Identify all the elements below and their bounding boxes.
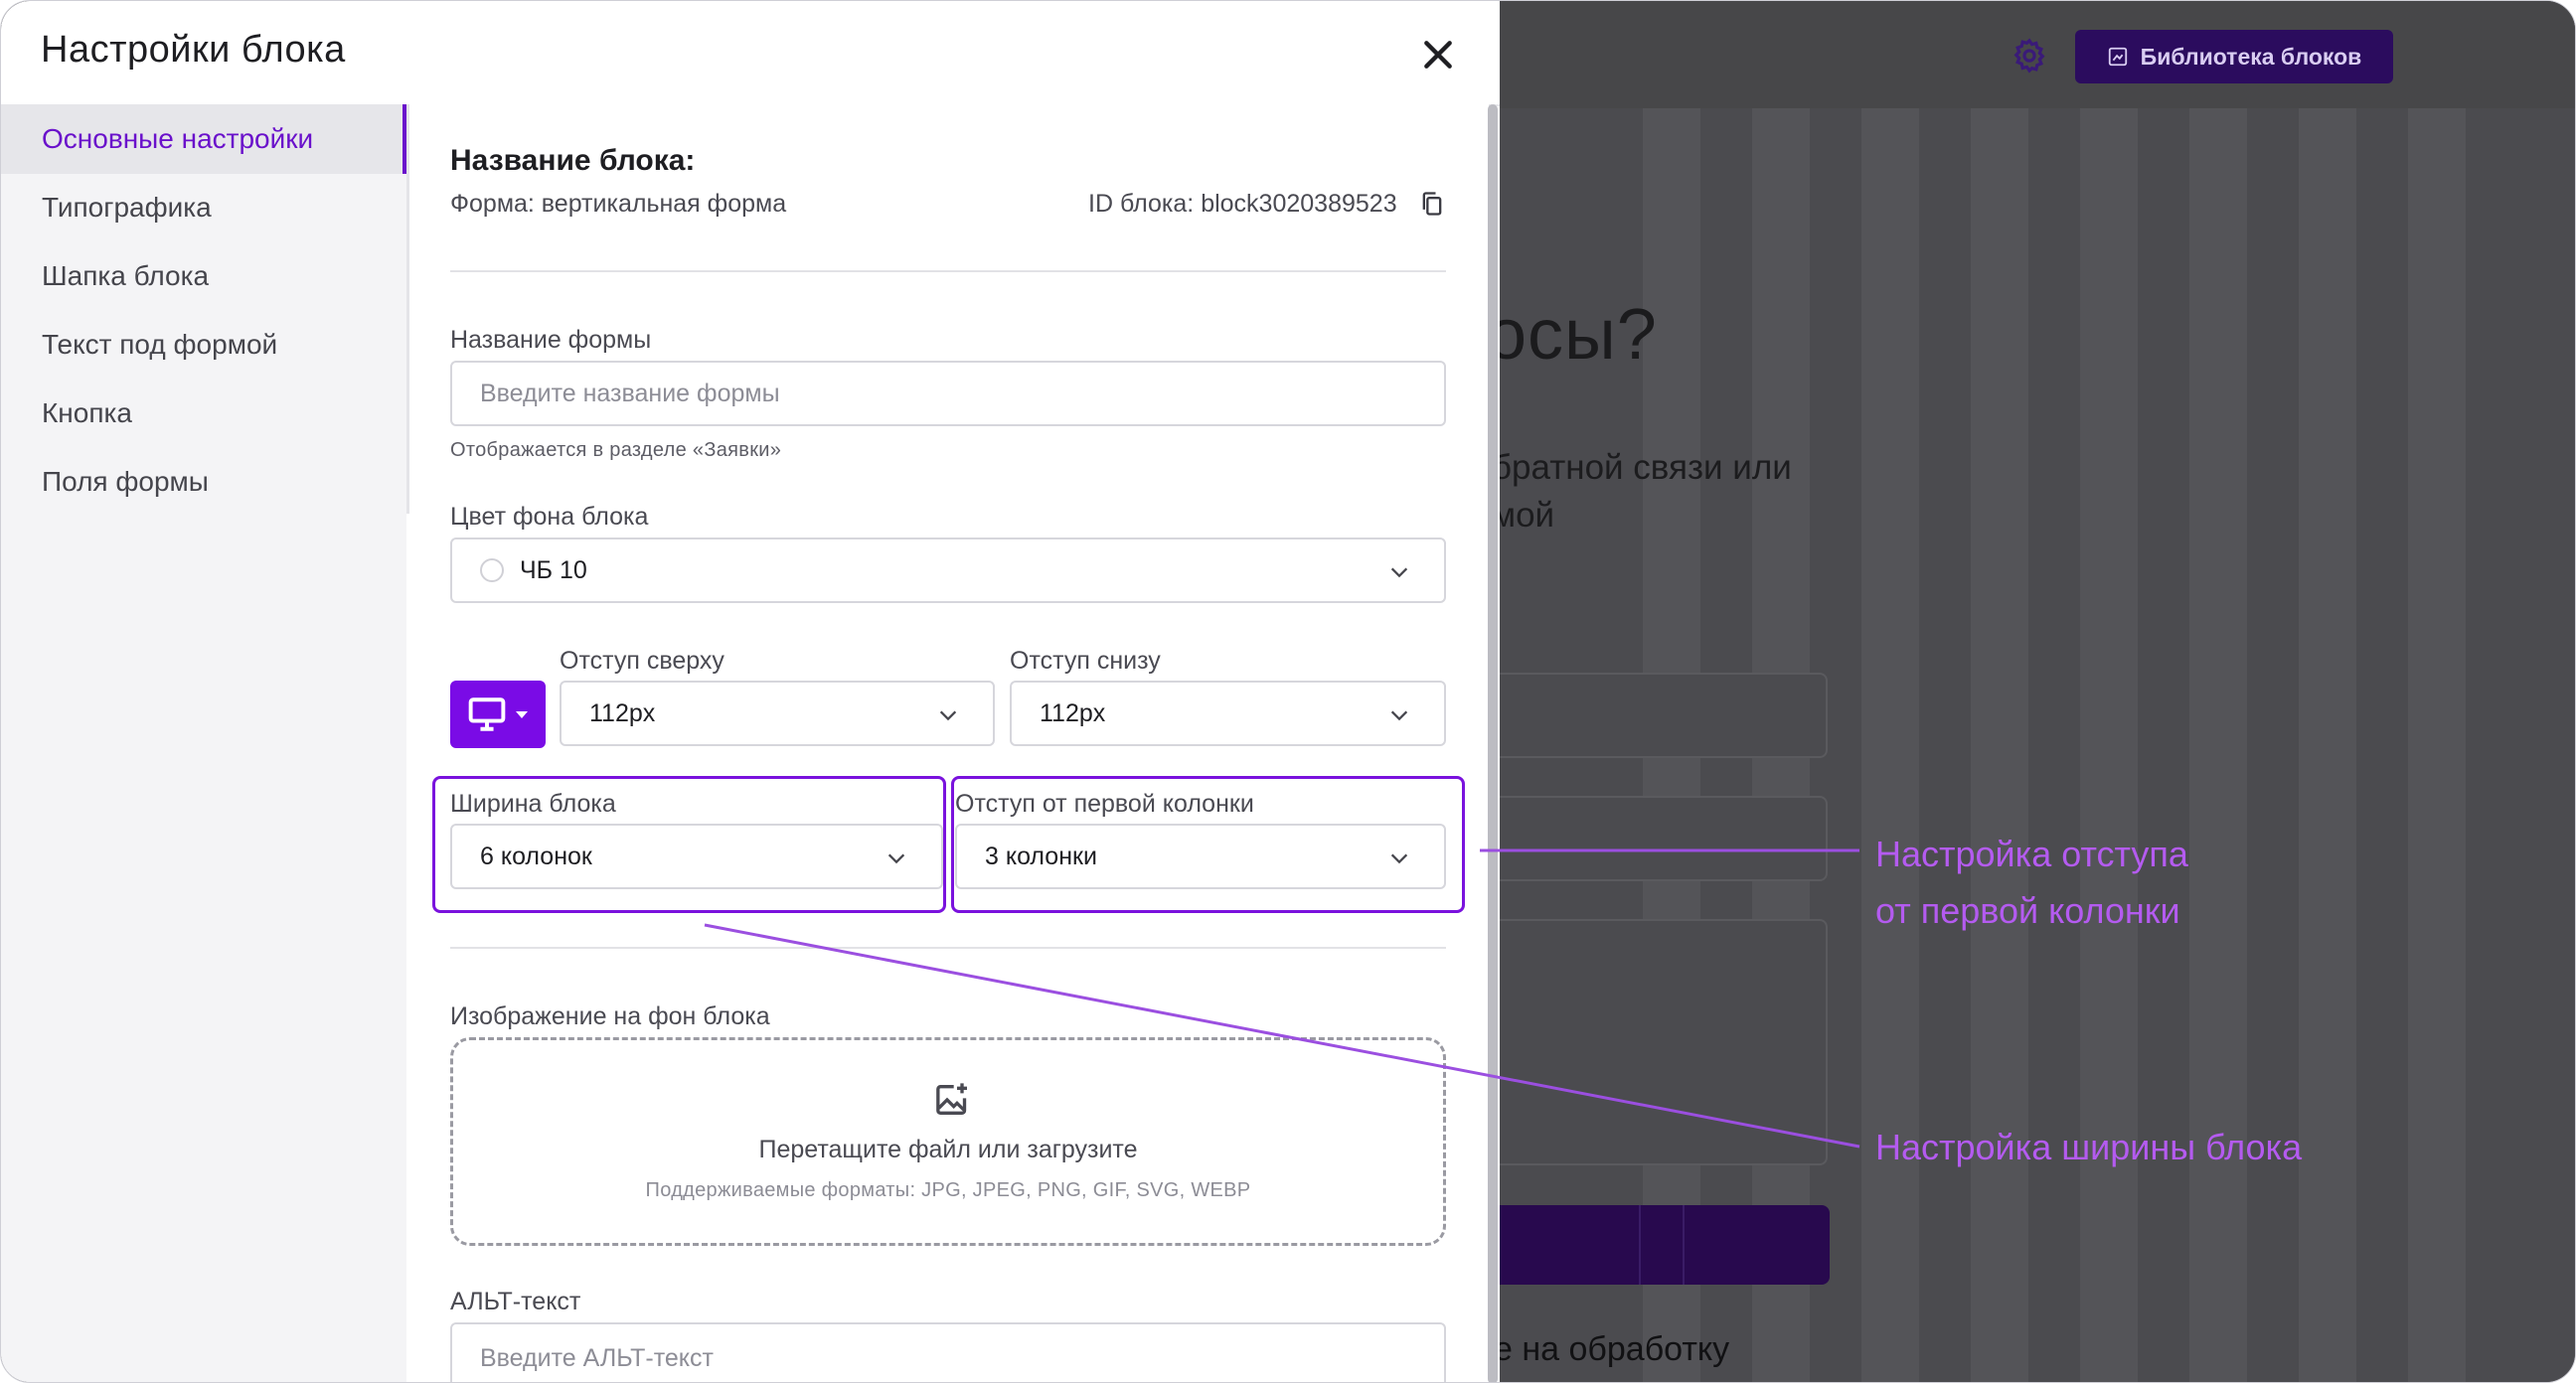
first-column-offset-highlight xyxy=(951,776,1465,913)
block-width-highlight xyxy=(432,776,946,913)
bg-color-select[interactable]: ЧБ 10 xyxy=(450,538,1446,603)
color-swatch xyxy=(480,558,504,582)
padding-top-label: Отступ сверху xyxy=(560,647,724,675)
form-name-label: Название формы xyxy=(450,326,652,354)
add-image-icon xyxy=(936,1083,967,1115)
sidebar-item-form-fields[interactable]: Поля формы xyxy=(1,447,406,517)
width-annotation: Настройка ширины блока xyxy=(1875,1127,2303,1167)
bg-color-label: Цвет фона блока xyxy=(450,503,649,531)
alt-text-label: АЛЬТ-текст xyxy=(450,1288,581,1315)
grid-column-guide xyxy=(2080,108,2138,1382)
copy-icon[interactable] xyxy=(1418,189,1446,219)
alt-text-input[interactable]: Введите АЛЬТ-текст xyxy=(450,1322,1446,1382)
background-form-textarea xyxy=(1492,919,1828,1165)
form-name-hint: Отображается в разделе «Заявки» xyxy=(450,439,782,461)
block-name-heading: Название блока: xyxy=(450,144,696,177)
chevron-down-icon xyxy=(1390,567,1408,578)
background-subtitle: братной связи или мой xyxy=(1492,444,1792,539)
offset-annotation: Настройка отступа от первой колонки xyxy=(1875,826,2188,939)
bg-color-value: ЧБ 10 xyxy=(520,555,587,584)
background-form-field xyxy=(1492,673,1828,758)
grid-column-guide xyxy=(2408,108,2466,1382)
section-divider xyxy=(450,947,1446,949)
block-library-label: Библиотека блоков xyxy=(2140,43,2362,70)
sidebar-item-block-header[interactable]: Шапка блока xyxy=(1,241,406,311)
alt-text-placeholder: Введите АЛЬТ-текст xyxy=(480,1344,714,1372)
block-library-button[interactable]: Библиотека блоков xyxy=(2075,30,2393,83)
dropzone-text: Перетащите файл или загрузите xyxy=(758,1136,1138,1163)
modal-title: Настройки блока xyxy=(41,29,346,71)
grid-column-guide xyxy=(2189,108,2247,1382)
background-heading: осы? xyxy=(1487,295,1658,375)
chevron-down-icon xyxy=(1390,710,1408,721)
close-icon[interactable] xyxy=(1418,35,1458,75)
block-id-text: ID блока: block3020389523 xyxy=(1088,190,1397,218)
modal-header: Настройки блока xyxy=(1,1,1500,106)
library-icon xyxy=(2108,47,2127,67)
form-name-input[interactable]: Введите название формы xyxy=(450,361,1446,426)
padding-top-value: 112px xyxy=(589,698,656,727)
padding-top-select[interactable]: 112px xyxy=(560,681,995,746)
bg-image-dropzone[interactable]: Перетащите файл или загрузите Поддержива… xyxy=(450,1037,1446,1246)
padding-bottom-select[interactable]: 112px xyxy=(1010,681,1446,746)
background-submit-button xyxy=(1492,1205,1830,1285)
offset-annotation-line2: от первой колонки xyxy=(1875,890,2180,931)
caret-down-icon xyxy=(516,711,528,718)
bg-image-label: Изображение на фон блока xyxy=(450,1002,770,1030)
form-name-placeholder: Введите название формы xyxy=(480,379,780,407)
scrollbar[interactable] xyxy=(1488,104,1498,1382)
grid-column-guide xyxy=(1861,108,1919,1382)
background-subtitle-line: братной связи или xyxy=(1492,448,1792,487)
grid-column-guide xyxy=(2299,108,2356,1382)
sidebar-item-basic-settings[interactable]: Основные настройки xyxy=(1,104,406,174)
dropzone-formats: Поддерживаемые форматы: JPG, JPEG, PNG, … xyxy=(645,1179,1251,1201)
background-subtitle-line: мой xyxy=(1492,496,1555,535)
padding-bottom-label: Отступ снизу xyxy=(1010,647,1161,675)
settings-sidebar: Основные настройки Типографика Шапка бло… xyxy=(1,104,406,1382)
block-settings-modal: Настройки блока Основные настройки Типог… xyxy=(1,1,1500,1382)
form-type-text: Форма: вертикальная форма xyxy=(450,190,787,218)
background-form-field xyxy=(1492,796,1828,881)
section-divider xyxy=(450,270,1446,272)
offset-annotation-line1: Настройка отступа xyxy=(1875,834,2188,874)
app-window: Библиотека блоков осы? братной связи или… xyxy=(0,0,2576,1383)
padding-bottom-value: 112px xyxy=(1040,698,1106,727)
background-footer-text: е на обработку xyxy=(1494,1330,1730,1368)
grid-column-guide xyxy=(1971,108,2028,1382)
sidebar-item-button[interactable]: Кнопка xyxy=(1,379,406,448)
sidebar-item-typography[interactable]: Типографика xyxy=(1,173,406,242)
sidebar-item-text-under-form[interactable]: Текст под формой xyxy=(1,310,406,380)
chevron-down-icon xyxy=(939,710,957,721)
device-switcher-button[interactable] xyxy=(450,681,546,748)
desktop-icon xyxy=(468,697,506,731)
settings-gear-icon[interactable] xyxy=(2011,37,2048,75)
